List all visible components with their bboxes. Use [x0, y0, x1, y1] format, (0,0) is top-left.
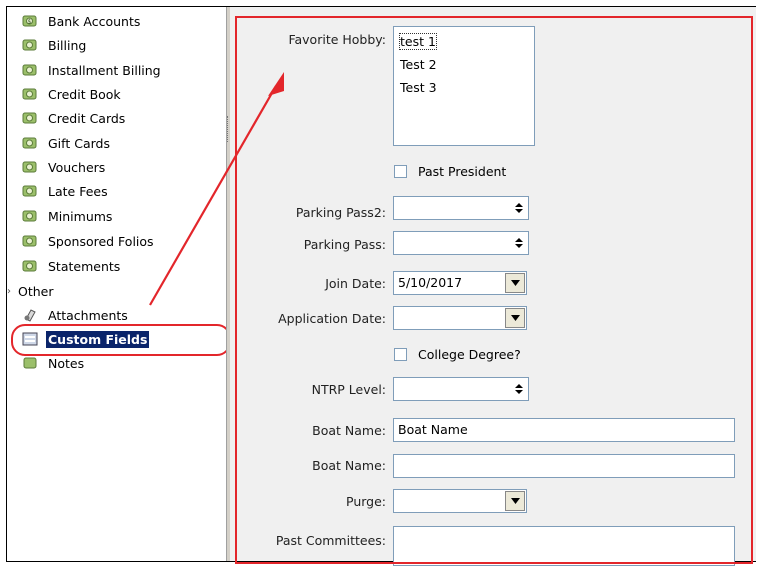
- chevron-down-icon[interactable]: [505, 491, 525, 511]
- money-icon: [22, 208, 38, 224]
- sidebar-item-label: Attachments: [48, 307, 128, 323]
- list-item[interactable]: test 1: [399, 30, 528, 53]
- boat-name-2-label: Boat Name:: [312, 458, 386, 473]
- money-icon: [22, 159, 38, 175]
- boat-name-input[interactable]: Boat Name: [393, 418, 735, 442]
- expander-icon[interactable]: ›: [7, 286, 16, 297]
- sidebar-group-other[interactable]: › Other: [7, 280, 56, 302]
- sidebar-item-late-fees[interactable]: Late Fees: [22, 180, 110, 202]
- past-president-label: Past President: [418, 164, 507, 179]
- money-icon: [22, 86, 38, 102]
- boat-name-value: Boat Name: [398, 422, 468, 437]
- favorite-hobby-listbox[interactable]: test 1 Test 2 Test 3: [393, 26, 535, 146]
- money-icon: [22, 258, 38, 274]
- college-degree-checkbox[interactable]: [394, 348, 407, 361]
- sidebar-item-label: Minimums: [48, 208, 113, 224]
- spinner-arrows-icon[interactable]: [514, 200, 524, 216]
- sidebar-item-sponsored-folios[interactable]: Sponsored Folios: [22, 230, 156, 252]
- sidebar-item-attachments[interactable]: Attachments: [22, 304, 130, 326]
- money-icon: [22, 62, 38, 78]
- sidebar-item-label: Gift Cards: [48, 135, 110, 151]
- favorite-hobby-label: Favorite Hobby:: [288, 32, 386, 47]
- sidebar-tree: $ Bank Accounts Billing Installment Bill…: [7, 7, 225, 561]
- sidebar-item-custom-fields[interactable]: Custom Fields: [22, 328, 150, 350]
- sidebar-item-label: Credit Cards: [48, 110, 126, 126]
- sidebar-item-minimums[interactable]: Minimums: [22, 205, 114, 227]
- money-icon: [22, 37, 38, 53]
- svg-text:$: $: [28, 19, 32, 26]
- join-date-field[interactable]: 5/10/2017: [393, 271, 527, 295]
- ntrp-level-label: NTRP Level:: [311, 382, 386, 397]
- custom-fields-icon: [22, 331, 38, 347]
- join-date-value: 5/10/2017: [398, 275, 463, 290]
- chevron-down-icon[interactable]: [505, 273, 525, 293]
- parking-pass-spinner[interactable]: [393, 231, 529, 255]
- boat-name-2-input[interactable]: [393, 454, 735, 478]
- sidebar-item-billing[interactable]: Billing: [22, 34, 88, 56]
- list-item[interactable]: Test 2: [400, 53, 528, 76]
- purge-label: Purge:: [346, 494, 386, 509]
- sidebar-item-label: Installment Billing: [48, 62, 161, 78]
- parking-pass2-label: Parking Pass2:: [295, 205, 386, 220]
- purge-dropdown[interactable]: [393, 489, 527, 513]
- past-committees-label: Past Committees:: [275, 533, 386, 548]
- spinner-arrows-icon[interactable]: [514, 381, 524, 397]
- sidebar-item-label: Late Fees: [48, 183, 108, 199]
- sidebar-item-vouchers[interactable]: Vouchers: [22, 156, 107, 178]
- money-icon: [22, 233, 38, 249]
- parking-pass-label: Parking Pass:: [303, 237, 386, 252]
- sidebar-item-notes[interactable]: Notes: [22, 352, 86, 374]
- sidebar-item-label: Billing: [48, 37, 87, 53]
- join-date-label: Join Date:: [325, 276, 386, 291]
- sidebar-item-bank-accounts[interactable]: $ Bank Accounts: [22, 10, 142, 32]
- sidebar-item-label: Statements: [48, 258, 121, 274]
- money-icon: [22, 183, 38, 199]
- sidebar-item-gift-cards[interactable]: Gift Cards: [22, 132, 112, 154]
- application-date-label: Application Date:: [278, 311, 386, 326]
- sidebar-item-statements[interactable]: Statements: [22, 255, 122, 277]
- boat-name-label: Boat Name:: [312, 423, 386, 438]
- spinner-arrows-icon[interactable]: [514, 235, 524, 251]
- sidebar-item-installment-billing[interactable]: Installment Billing: [22, 59, 163, 81]
- notes-icon: [22, 355, 38, 371]
- ntrp-level-spinner[interactable]: [393, 377, 529, 401]
- application-date-field[interactable]: [393, 306, 527, 330]
- sidebar-item-credit-book[interactable]: Credit Book: [22, 83, 123, 105]
- money-icon: [22, 135, 38, 151]
- chevron-down-icon[interactable]: [505, 308, 525, 328]
- money-icon: [22, 110, 38, 126]
- attachment-icon: [22, 307, 38, 323]
- sidebar-item-label: Custom Fields: [46, 330, 150, 348]
- sidebar-item-label: Sponsored Folios: [48, 233, 154, 249]
- money-icon: $: [22, 13, 38, 29]
- sidebar-item-label: Vouchers: [48, 159, 106, 175]
- sidebar-item-credit-cards[interactable]: Credit Cards: [22, 107, 127, 129]
- parking-pass2-spinner[interactable]: [393, 196, 529, 220]
- sidebar-item-label: Credit Book: [48, 86, 121, 102]
- sidebar-item-label: Notes: [48, 355, 85, 371]
- splitter-grip[interactable]: [227, 116, 229, 142]
- past-president-checkbox[interactable]: [394, 165, 407, 178]
- sidebar-group-label: Other: [18, 283, 54, 299]
- past-committees-textarea[interactable]: [393, 526, 735, 566]
- sidebar-item-label: Bank Accounts: [48, 13, 141, 29]
- college-degree-label: College Degree?: [418, 347, 521, 362]
- list-item[interactable]: Test 3: [400, 76, 528, 99]
